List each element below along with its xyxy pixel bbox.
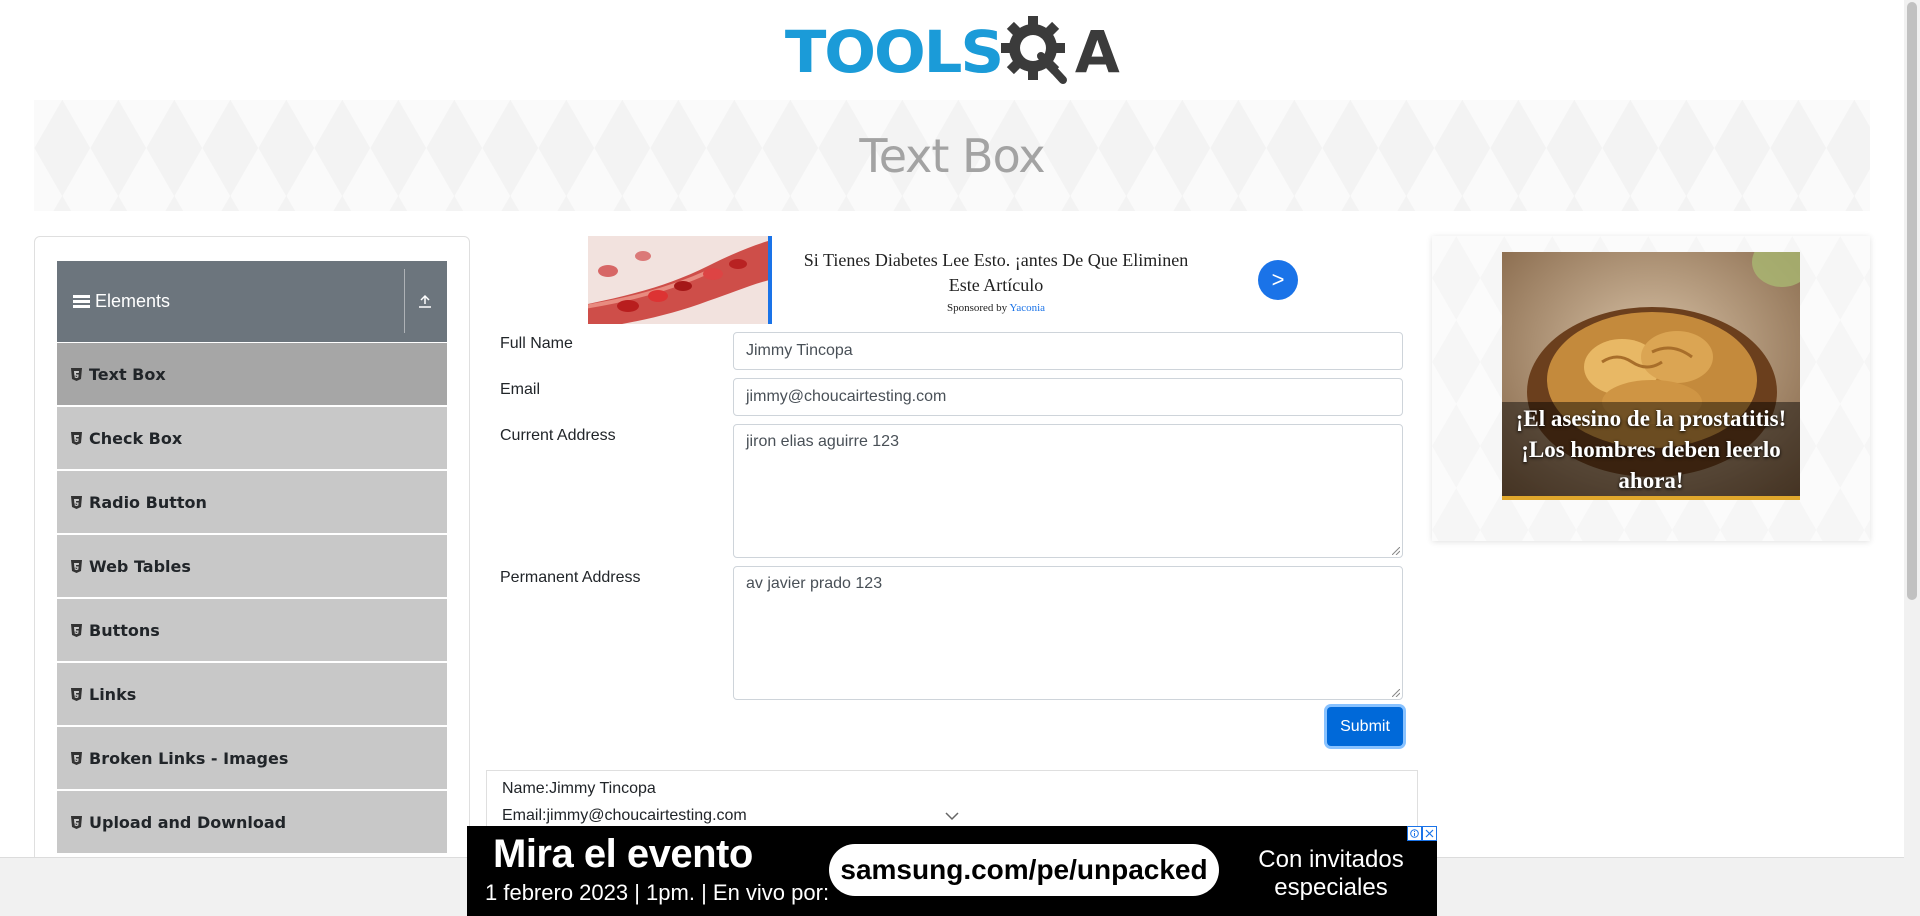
full-name-label: Full Name bbox=[500, 335, 573, 352]
ad-bottom-url[interactable]: samsung.com/pe/unpacked bbox=[829, 844, 1219, 896]
sponsored-by-label: Sponsored by bbox=[946, 302, 1008, 314]
ad-top-sponsor: Sponsored by Yaconia bbox=[788, 302, 1204, 314]
collapse-up-icon[interactable] bbox=[411, 287, 439, 315]
resize-handle-icon[interactable] bbox=[1392, 547, 1400, 555]
current-address-textarea[interactable]: jiron elias aguirre 123 bbox=[733, 424, 1403, 558]
logo-tools-text: TOOLS bbox=[784, 18, 1004, 86]
html5-icon bbox=[71, 367, 82, 381]
ad-bottom-title: Mira el evento bbox=[493, 832, 753, 876]
permanent-address-value: av javier prado 123 bbox=[746, 575, 883, 592]
sponsor-name: Yaconia bbox=[1009, 302, 1046, 314]
sidebar: Elements Text Box Check Box Radio Button… bbox=[34, 236, 470, 916]
sidebar-item-web-tables[interactable]: Web Tables bbox=[57, 535, 447, 597]
ad-blood-cells-image bbox=[588, 236, 772, 324]
sidebar-item-upload-download[interactable]: Upload and Download bbox=[57, 791, 447, 853]
ad-bottom-right-text: Con invitados especiales bbox=[1258, 846, 1404, 901]
email-input[interactable]: jimmy@choucairtesting.com bbox=[733, 378, 1403, 416]
elements-menu: Text Box Check Box Radio Button Web Tabl… bbox=[57, 343, 447, 855]
ad-choices[interactable] bbox=[1407, 826, 1437, 841]
html5-icon bbox=[71, 751, 82, 765]
page-banner: Text Box bbox=[34, 100, 1870, 211]
current-address-value: jiron elias aguirre 123 bbox=[746, 433, 899, 450]
ad-bottom-date: 1 febrero 2023 | 1pm. | En vivo por: bbox=[485, 880, 830, 905]
output-name: Name:Jimmy Tincopa bbox=[502, 780, 656, 797]
gear-magnifier-icon bbox=[1000, 16, 1067, 84]
ad-top-headline: Si Tienes Diabetes Lee Esto. ¡antes De Q… bbox=[803, 250, 1189, 295]
adchoices-close-icon[interactable] bbox=[1422, 826, 1437, 841]
sidebar-item-label: Upload and Download bbox=[89, 812, 287, 832]
sidebar-item-label: Links bbox=[89, 684, 137, 704]
elements-group-title: Elements bbox=[95, 291, 171, 311]
permanent-address-textarea[interactable]: av javier prado 123 bbox=[733, 566, 1403, 700]
vertical-scrollbar[interactable] bbox=[1904, 0, 1920, 916]
sidebar-item-check-box[interactable]: Check Box bbox=[57, 407, 447, 469]
sidebar-item-label: Buttons bbox=[89, 620, 160, 640]
logo-qa: A bbox=[997, 14, 1120, 90]
permanent-address-label: Permanent Address bbox=[500, 569, 641, 586]
ad-walnut-image: ¡El asesino de la prostatitis! ¡Los homb… bbox=[1502, 252, 1800, 500]
ad-go-button[interactable]: > bbox=[1258, 260, 1298, 300]
page: TOOLS A Text Box Elements Text Box Check… bbox=[0, 0, 1904, 916]
elements-group-header[interactable]: Elements bbox=[57, 261, 447, 342]
group-divider bbox=[404, 269, 405, 333]
sidebar-item-radio-button[interactable]: Radio Button bbox=[57, 471, 447, 533]
sidebar-item-links[interactable]: Links bbox=[57, 663, 447, 725]
sidebar-item-broken-links[interactable]: Broken Links - Images bbox=[57, 727, 447, 789]
sidebar-item-buttons[interactable]: Buttons bbox=[57, 599, 447, 661]
ad-right-caption: ¡El asesino de la prostatitis! ¡Los homb… bbox=[1515, 406, 1787, 493]
html5-icon bbox=[71, 495, 82, 509]
adchoices-info-icon[interactable] bbox=[1407, 826, 1422, 841]
html5-icon bbox=[71, 559, 82, 573]
chevron-down-icon bbox=[945, 812, 959, 821]
sidebar-item-text-box[interactable]: Text Box bbox=[57, 343, 447, 405]
page-title: Text Box bbox=[859, 128, 1045, 183]
toolsqa-logo[interactable]: TOOLS A bbox=[785, 14, 1120, 90]
sidebar-item-label: Radio Button bbox=[89, 492, 207, 512]
ad-bottom[interactable]: Mira el evento 1 febrero 2023 | 1pm. | E… bbox=[467, 826, 1437, 916]
hamburger-icon bbox=[73, 294, 91, 309]
ad-top[interactable]: Si Tienes Diabetes Lee Esto. ¡antes De Q… bbox=[588, 236, 1403, 324]
html5-icon bbox=[71, 623, 82, 637]
sidebar-item-label: Broken Links - Images bbox=[89, 748, 289, 768]
submit-button[interactable]: Submit bbox=[1327, 707, 1403, 746]
current-address-label: Current Address bbox=[500, 427, 616, 444]
full-name-input[interactable]: Jimmy Tincopa bbox=[733, 332, 1403, 370]
ad-right[interactable]: ¡El asesino de la prostatitis! ¡Los homb… bbox=[1432, 236, 1870, 541]
ad-right-accent-bar bbox=[1502, 496, 1800, 500]
html5-icon bbox=[71, 687, 82, 701]
email-label: Email bbox=[500, 381, 541, 398]
sidebar-item-label: Text Box bbox=[89, 364, 166, 384]
logo-a-text: A bbox=[1074, 18, 1120, 86]
resize-handle-icon[interactable] bbox=[1392, 689, 1400, 697]
sidebar-item-label: Web Tables bbox=[89, 556, 191, 576]
html5-icon bbox=[71, 815, 82, 829]
sidebar-item-label: Check Box bbox=[89, 428, 183, 448]
scrollbar-thumb[interactable] bbox=[1907, 2, 1917, 600]
html5-icon bbox=[71, 431, 82, 445]
